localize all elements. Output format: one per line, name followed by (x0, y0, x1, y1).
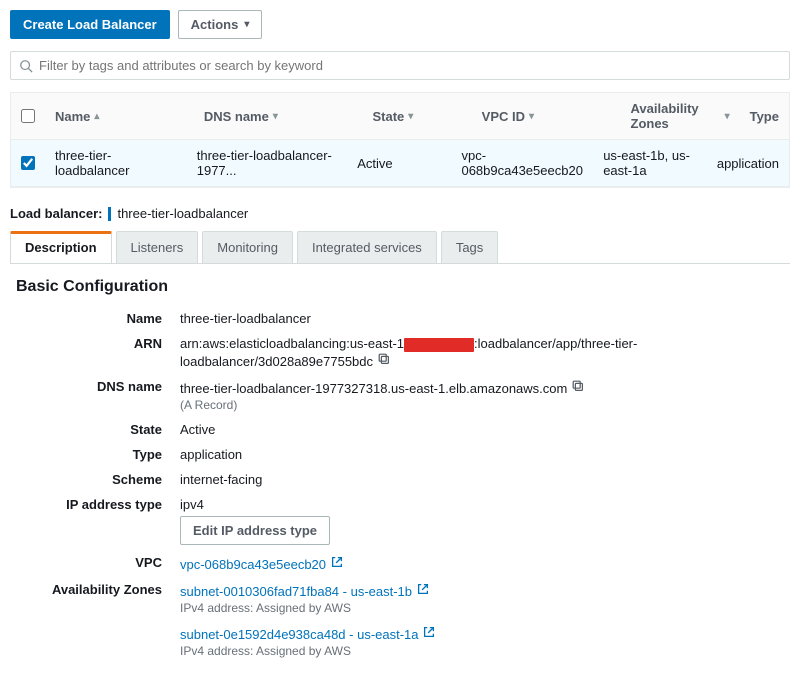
external-link-icon (416, 582, 430, 596)
actions-label: Actions (191, 17, 239, 32)
value-arn: arn:aws:elasticloadbalancing:us-east-1:l… (180, 336, 790, 369)
tab-monitoring[interactable]: Monitoring (202, 231, 293, 263)
create-load-balancer-button[interactable]: Create Load Balancer (10, 10, 170, 39)
value-type: application (180, 447, 790, 462)
accent-bar (108, 207, 111, 221)
sort-icon: ▾ (529, 111, 534, 122)
filter-bar[interactable] (10, 51, 790, 80)
select-all-header[interactable] (11, 101, 45, 131)
subnet-sub-1: IPv4 address: Assigned by AWS (180, 601, 790, 615)
subnet-link-2[interactable]: subnet-0e1592d4e938ca48d - us-east-1a (180, 627, 436, 642)
label-az: Availability Zones (10, 582, 180, 597)
section-title: Basic Configuration (16, 278, 790, 296)
chevron-down-icon: ▾ (244, 19, 249, 30)
external-link-icon (422, 625, 436, 639)
value-state: Active (180, 422, 790, 437)
tab-integrated-services[interactable]: Integrated services (297, 231, 437, 263)
selected-label: Load balancer: (10, 206, 102, 221)
value-scheme: internet-facing (180, 472, 790, 487)
label-dns: DNS name (10, 379, 180, 394)
column-header-dns[interactable]: DNS name▾ (194, 101, 363, 132)
vpc-link[interactable]: vpc-068b9ca43e5eecb20 (180, 557, 344, 572)
label-scheme: Scheme (10, 472, 180, 487)
column-header-az[interactable]: Availability Zones▾ (621, 93, 740, 139)
search-icon (19, 59, 33, 73)
label-state: State (10, 422, 180, 437)
cell-type: application (707, 148, 789, 179)
label-name: Name (10, 311, 180, 326)
cell-vpc: vpc-068b9ca43e5eecb20 (451, 140, 593, 186)
subnet-link-1[interactable]: subnet-0010306fad71fba84 - us-east-1b (180, 584, 430, 599)
value-dns: three-tier-loadbalancer-1977327318.us-ea… (180, 381, 567, 396)
redacted-account-id (404, 338, 474, 352)
copy-icon[interactable] (571, 379, 585, 393)
label-ip-type: IP address type (10, 497, 180, 512)
label-vpc: VPC (10, 555, 180, 570)
selected-load-balancer-bar: Load balancer: three-tier-loadbalancer (10, 206, 790, 221)
cell-az: us-east-1b, us-east-1a (593, 140, 707, 186)
sort-icon: ▾ (273, 111, 278, 122)
edit-ip-address-type-button[interactable]: Edit IP address type (180, 516, 330, 545)
label-type: Type (10, 447, 180, 462)
tab-description[interactable]: Description (10, 231, 112, 263)
label-arn: ARN (10, 336, 180, 351)
row-checkbox[interactable] (21, 156, 35, 170)
sort-icon: ▾ (408, 111, 413, 122)
actions-button[interactable]: Actions ▾ (178, 10, 263, 39)
cell-name: three-tier-loadbalancer (45, 140, 187, 186)
column-header-type[interactable]: Type (740, 101, 789, 132)
load-balancers-table: Name▴ DNS name▾ State▾ VPC ID▾ Availabil… (10, 92, 790, 188)
select-all-checkbox[interactable] (21, 109, 35, 123)
table-row[interactable]: three-tier-loadbalancer three-tier-loadb… (11, 140, 789, 187)
tab-panel-description: Basic Configuration Name three-tier-load… (10, 263, 790, 683)
tab-listeners[interactable]: Listeners (116, 231, 199, 263)
copy-icon[interactable] (377, 352, 391, 366)
sort-icon: ▴ (94, 111, 99, 122)
subnet-sub-2: IPv4 address: Assigned by AWS (180, 644, 790, 658)
value-name: three-tier-loadbalancer (180, 311, 790, 326)
external-link-icon (330, 555, 344, 569)
detail-tabs: Description Listeners Monitoring Integra… (10, 231, 790, 263)
tab-tags[interactable]: Tags (441, 231, 498, 263)
column-header-vpc[interactable]: VPC ID▾ (472, 101, 621, 132)
column-header-state[interactable]: State▾ (362, 101, 471, 132)
sort-icon: ▾ (725, 111, 730, 122)
cell-dns: three-tier-loadbalancer-1977... (187, 140, 347, 186)
filter-input[interactable] (39, 58, 781, 73)
value-dns-sub: (A Record) (180, 398, 790, 412)
column-header-name[interactable]: Name▴ (45, 101, 194, 132)
value-ip-type: ipv4 (180, 497, 790, 512)
cell-state: Active (347, 148, 451, 179)
selected-value: three-tier-loadbalancer (117, 206, 248, 221)
